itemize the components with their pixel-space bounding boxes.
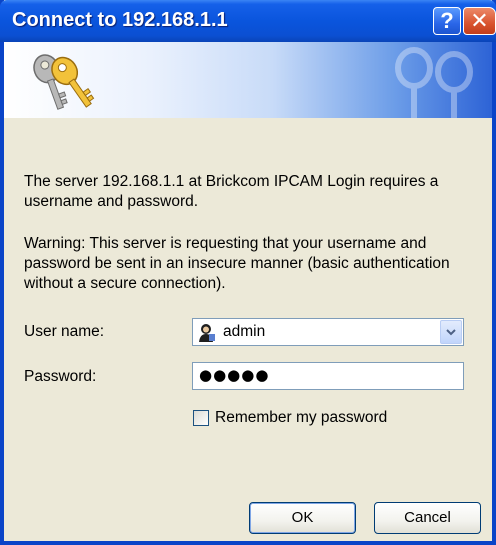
dropdown-arrow-button[interactable]: [440, 320, 462, 344]
dialog-banner: [4, 42, 492, 118]
title-bar[interactable]: Connect to 192.168.1.1 ? ✕: [0, 0, 496, 42]
username-value: admin: [223, 323, 266, 340]
chevron-down-icon: [446, 329, 456, 336]
close-button[interactable]: ✕: [463, 7, 496, 35]
password-field[interactable]: ●●●●●: [192, 362, 464, 390]
keys-icon: [33, 54, 95, 110]
login-dialog: Connect to 192.168.1.1 ? ✕ The server 19…: [0, 0, 496, 545]
security-warning: Warning: This server is requesting that …: [24, 235, 450, 292]
banner-keys-watermark: [395, 47, 473, 118]
ok-button[interactable]: OK: [249, 502, 356, 534]
remember-password-label[interactable]: Remember my password: [215, 409, 387, 427]
server-message: The server 192.168.1.1 at Brickcom IPCAM…: [24, 173, 439, 210]
remember-password-checkbox[interactable]: [193, 410, 209, 426]
cancel-button[interactable]: Cancel: [374, 502, 481, 534]
user-icon: [199, 324, 215, 342]
username-label: User name:: [24, 323, 105, 340]
username-combobox[interactable]: admin: [192, 318, 464, 346]
help-button[interactable]: ?: [433, 7, 461, 35]
password-label: Password:: [24, 368, 97, 385]
window-title: Connect to 192.168.1.1: [12, 9, 228, 31]
